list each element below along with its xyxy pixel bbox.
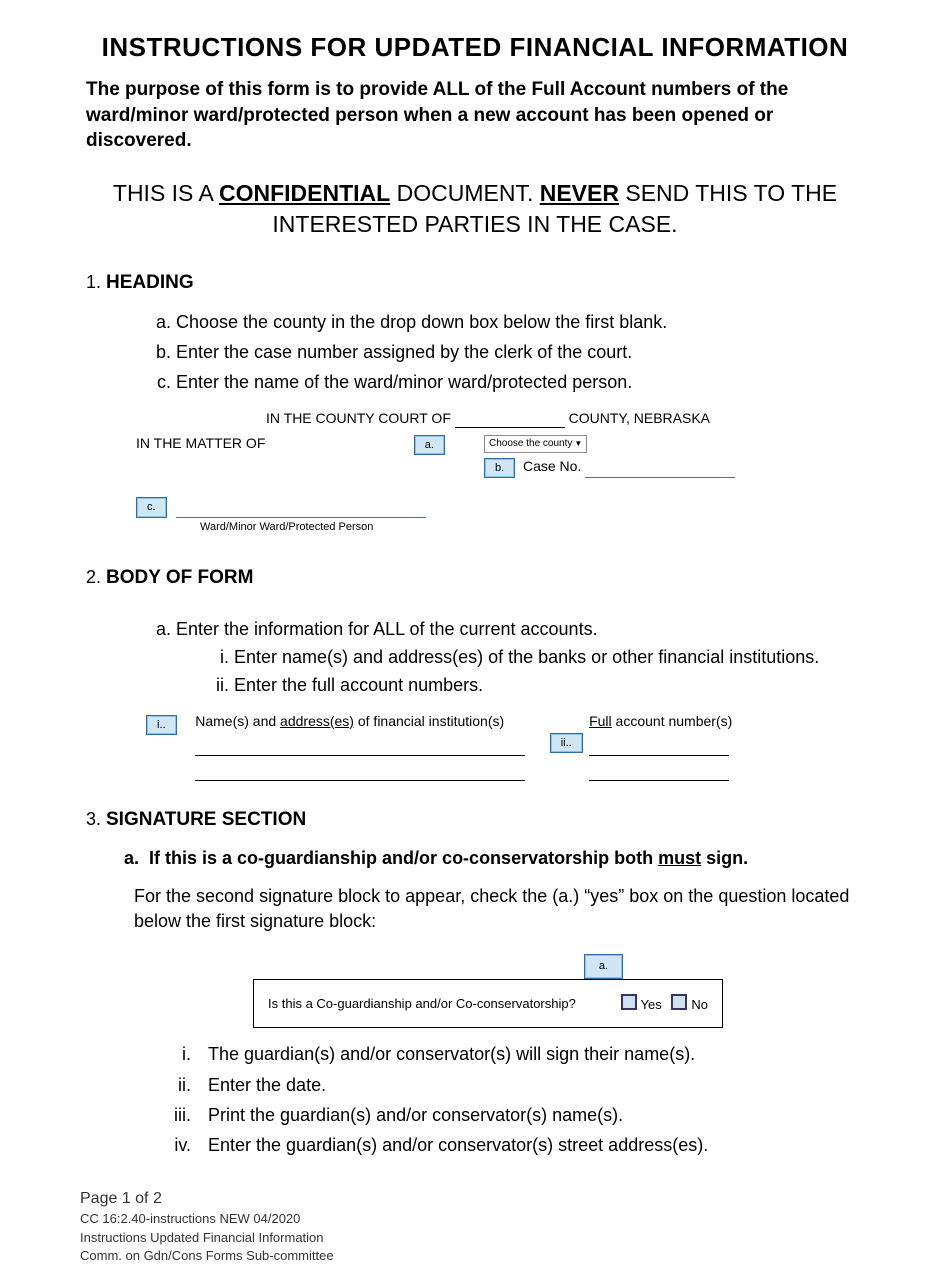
confidential-text: THIS IS A [113,180,219,206]
co-guardianship-question: Is this a Co-guardianship and/or Co-cons… [268,995,576,1013]
matter-label: IN THE MATTER OF [136,434,316,453]
tag-c: c. [136,497,167,518]
must-word: must [658,848,701,868]
checkbox-no[interactable] [671,994,687,1010]
never-word: NEVER [540,180,619,206]
signature-diagram: a. Is this a Co-guardianship and/or Co-c… [253,951,723,1028]
sig-sub-text: If this is a co-guardianship and/or co-c… [149,848,658,868]
account-blank-line [589,762,729,781]
tag-sig-a: a. [584,954,623,979]
county-select-label: Choose the county [489,438,572,449]
institution-blank-line [195,762,525,781]
list-item: Print the guardian(s) and/or conservator… [196,1103,870,1127]
list-item: The guardian(s) and/or conservator(s) wi… [196,1042,870,1066]
list-item: Enter the name of the ward/minor ward/pr… [176,370,870,394]
confidential-word: CONFIDENTIAL [219,180,390,206]
section-heading-1: HEADING Choose the county in the drop do… [106,270,870,535]
protected-person-caption: Ward/Minor Ward/Protected Person [200,520,756,535]
checkbox-yes[interactable] [621,994,637,1010]
co-guardianship-question-box: Is this a Co-guardianship and/or Co-cons… [253,979,723,1029]
section-title: BODY OF FORM [106,567,253,588]
body-diagram: i.. Name(s) and address(es) of financial… [146,712,786,781]
list-item: Enter the date. [196,1073,870,1097]
case-no-blank [585,466,735,478]
footer-line: Instructions Updated Financial Informati… [80,1229,870,1247]
list-item: Enter the case number assigned by the cl… [176,340,870,364]
tag-a: a. [414,435,445,456]
section-title: HEADING [106,272,194,293]
county-select[interactable]: Choose the county▼ [484,435,587,453]
court-line-pre: IN THE COUNTY COURT OF [266,410,451,426]
county-blank-line [455,413,565,428]
institution-column-label: Name(s) and address(es) of financial ins… [195,713,504,729]
tag-i: i.. [146,715,177,736]
page-title: INSTRUCTIONS FOR UPDATED FINANCIAL INFOR… [80,30,870,65]
protected-person-blank [176,506,426,518]
tag-b: b. [484,458,515,479]
list-item: Choose the county in the drop down box b… [176,310,870,334]
no-label: No [691,997,708,1012]
list-item-text: Enter the information for ALL of the cur… [176,619,598,639]
court-line-post: COUNTY, NEBRASKA [569,410,710,426]
list-item: Enter the information for ALL of the cur… [176,617,870,698]
case-no-label: Case No. [523,458,581,474]
chevron-down-icon: ▼ [574,439,582,450]
yes-no-group: Yes No [615,994,708,1014]
account-column-label: Full account number(s) [589,713,732,729]
confidential-text: DOCUMENT. [390,180,540,206]
list-item: Enter the full account numbers. [234,673,870,697]
purpose-paragraph: The purpose of this form is to provide A… [86,77,864,154]
list-item: Enter the guardian(s) and/or conservator… [196,1133,870,1157]
institution-blank-line [195,737,525,756]
page-number: Page 1 of 2 [80,1188,870,1210]
tag-ii: ii.. [550,733,583,754]
section-signature-3: SIGNATURE SECTION a. If this is a co-gua… [106,807,870,1158]
heading-diagram: IN THE COUNTY COURT OF COUNTY, NEBRASKA … [136,409,756,535]
signature-sub-a: a. If this is a co-guardianship and/or c… [124,846,870,870]
account-blank-line [589,737,729,756]
footer-line: Comm. on Gdn/Cons Forms Sub-committee [80,1247,870,1265]
list-item: Enter name(s) and address(es) of the ban… [234,645,870,669]
section-body-2: BODY OF FORM Enter the information for A… [106,565,870,780]
sig-sub-text: sign. [701,848,748,868]
page-footer: Page 1 of 2 CC 16:2.40-instructions NEW … [80,1188,870,1265]
signature-paragraph: For the second signature block to appear… [134,884,870,933]
footer-line: CC 16:2.40-instructions NEW 04/2020 [80,1210,870,1228]
yes-label: Yes [641,997,662,1012]
section-title: SIGNATURE SECTION [106,809,306,830]
confidential-notice: THIS IS A CONFIDENTIAL DOCUMENT. NEVER S… [80,178,870,240]
